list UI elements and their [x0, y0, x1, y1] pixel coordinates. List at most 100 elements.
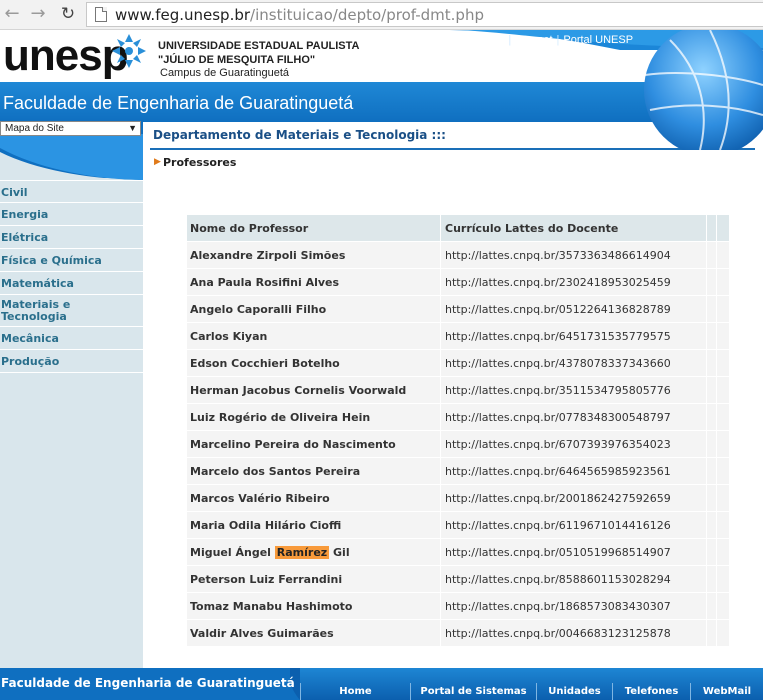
empty-cell — [707, 458, 717, 485]
column-header-lattes: Currículo Lattes do Docente — [441, 215, 707, 242]
top-link-home[interactable]: Home — [475, 34, 504, 46]
table-row: Ana Paula Rosifini Alves http://lattes.cn… — [187, 269, 729, 296]
sidebar-item-civil[interactable]: Civil — [0, 180, 143, 203]
top-link-intranet[interactable]: Intranet — [515, 34, 552, 46]
back-arrow-icon[interactable]: ← — [2, 4, 22, 24]
empty-cell — [707, 323, 717, 350]
lattes-link[interactable]: http://lattes.cnpq.br/6707393976354023 — [441, 431, 707, 458]
lattes-link[interactable]: http://lattes.cnpq.br/0046683123125878 — [441, 620, 707, 647]
professor-name: Herman Jacobus Cornelis Voorwald — [187, 377, 441, 404]
lattes-link[interactable]: http://lattes.cnpq.br/0510519968514907 — [441, 539, 707, 566]
empty-cell — [707, 242, 717, 269]
empty-cell — [717, 512, 729, 539]
empty-cell — [707, 593, 717, 620]
site-map-select-value: Mapa do Site — [5, 123, 64, 134]
footer-link-portal-sistemas[interactable]: Portal de Sistemas — [410, 683, 536, 700]
professor-name: Edson Cocchieri Botelho — [187, 350, 441, 377]
professors-table: Nome do Professor Currículo Lattes do Do… — [187, 215, 729, 647]
lattes-link[interactable]: http://lattes.cnpq.br/6119671014416126 — [441, 512, 707, 539]
sidebar-item-energia[interactable]: Energia — [0, 203, 143, 226]
name-part: Miguel Ángel — [190, 545, 275, 559]
table-row: Luiz Rogério de Oliveira Hein http://latt… — [187, 404, 729, 431]
top-links: Home | Intranet | Portal UNESP — [475, 34, 633, 46]
table-row: Herman Jacobus Cornelis Voorwald http://l… — [187, 377, 729, 404]
header-globe-graphic — [440, 30, 763, 150]
lattes-link[interactable]: http://lattes.cnpq.br/0512264136828789 — [441, 296, 707, 323]
professor-name: Marcelino Pereira do Nascimento — [187, 431, 441, 458]
reload-icon[interactable]: ↻ — [58, 4, 78, 24]
empty-cell — [707, 539, 717, 566]
table-row: Carlos Kiyan http://lattes.cnpq.br/645173… — [187, 323, 729, 350]
empty-cell — [717, 566, 729, 593]
empty-cell — [707, 404, 717, 431]
professor-name: Ana Paula Rosifini Alves — [187, 269, 441, 296]
professor-name: Carlos Kiyan — [187, 323, 441, 350]
lattes-link[interactable]: http://lattes.cnpq.br/2302418953025459 — [441, 269, 707, 296]
professor-name: Tomaz Manabu Hashimoto — [187, 593, 441, 620]
address-bar[interactable]: www.feg.unesp.br/instituicao/depto/prof-… — [86, 2, 763, 27]
professor-name: Valdir Alves Guimarães — [187, 620, 441, 647]
sidebar-item-eletrica[interactable]: Elétrica — [0, 226, 143, 249]
empty-cell — [717, 350, 729, 377]
professor-name: Peterson Luiz Ferrandini — [187, 566, 441, 593]
faculty-title: Faculdade de Engenharia de Guaratinguetá — [3, 93, 354, 113]
name-part: Gil — [329, 545, 350, 559]
section-bullet-icon: ▶ — [154, 157, 161, 167]
lattes-link[interactable]: http://lattes.cnpq.br/8588601153028294 — [441, 566, 707, 593]
site-map-select[interactable]: Mapa do Site ▼ — [0, 121, 141, 136]
lattes-link[interactable]: http://lattes.cnpq.br/3573363486614904 — [441, 242, 707, 269]
empty-cell — [707, 296, 717, 323]
lattes-link[interactable]: http://lattes.cnpq.br/3511534795805776 — [441, 377, 707, 404]
unesp-logo[interactable]: unesp — [3, 34, 129, 78]
empty-cell — [717, 431, 729, 458]
table-row: Valdir Alves Guimarães http://lattes.cnpq… — [187, 620, 729, 647]
table-row: Edson Cocchieri Botelho http://lattes.cnp… — [187, 350, 729, 377]
lattes-link[interactable]: http://lattes.cnpq.br/0778348300548797 — [441, 404, 707, 431]
sidebar-item-fisica-quimica[interactable]: Física e Química — [0, 249, 143, 272]
sidebar-item-label: Materiais e Tecnologia — [1, 298, 71, 323]
browser-toolbar: ← → ↻ www.feg.unesp.br/instituicao/depto… — [0, 0, 763, 30]
sidebar-item-matematica[interactable]: Matemática — [0, 272, 143, 295]
empty-cell — [717, 242, 729, 269]
lattes-link[interactable]: http://lattes.cnpq.br/6464565985923561 — [441, 458, 707, 485]
url-text: www.feg.unesp.br/instituicao/depto/prof-… — [115, 6, 484, 24]
sidebar-menu: Civil Energia Elétrica Física e Química … — [0, 180, 143, 373]
column-header-empty — [717, 215, 729, 242]
footer-link-home[interactable]: Home — [300, 683, 410, 700]
empty-cell — [717, 593, 729, 620]
table-row: Tomaz Manabu Hashimoto http://lattes.cnpq… — [187, 593, 729, 620]
professor-name: Marcelo dos Santos Pereira — [187, 458, 441, 485]
empty-cell — [707, 431, 717, 458]
footer-link-unidades[interactable]: Unidades — [536, 683, 612, 700]
empty-cell — [717, 404, 729, 431]
empty-cell — [707, 350, 717, 377]
unesp-logo-mark-icon — [112, 34, 146, 68]
dropdown-arrow-icon: ▼ — [128, 123, 137, 133]
lattes-link[interactable]: http://lattes.cnpq.br/4378078337343660 — [441, 350, 707, 377]
university-subname: "JÚLIO DE MESQUITA FILHO" — [158, 54, 316, 66]
sidebar-item-mecanica[interactable]: Mecânica — [0, 327, 143, 350]
empty-cell — [707, 566, 717, 593]
table-row: Marcos Valério Ribeiro http://lattes.cnpq… — [187, 485, 729, 512]
empty-cell — [717, 485, 729, 512]
lattes-link[interactable]: http://lattes.cnpq.br/6451731535779575 — [441, 323, 707, 350]
sidebar-item-producao[interactable]: Produção — [0, 350, 143, 373]
sidebar-curve-graphic — [0, 134, 143, 180]
lattes-link[interactable]: http://lattes.cnpq.br/2001862427592659 — [441, 485, 707, 512]
sidebar-item-materiais-tecnologia[interactable]: Materiais e Tecnologia — [0, 295, 143, 327]
professor-name: Marcos Valério Ribeiro — [187, 485, 441, 512]
footer-link-webmail[interactable]: WebMail — [690, 683, 763, 700]
forward-arrow-icon[interactable]: → — [28, 4, 48, 24]
lattes-link[interactable]: http://lattes.cnpq.br/1868573083430307 — [441, 593, 707, 620]
section-label: Professores — [163, 156, 237, 169]
table-row: Angelo Caporalli Filho http://lattes.cnpq… — [187, 296, 729, 323]
table-row: Maria Odila Hilário Cioffi http://lattes.… — [187, 512, 729, 539]
table-row: Peterson Luiz Ferrandini http://lattes.cn… — [187, 566, 729, 593]
table-row: Alexandre Zirpoli Simões http://lattes.cn… — [187, 242, 729, 269]
professor-name: Miguel Ángel Ramírez Gil — [187, 539, 441, 566]
empty-cell — [707, 620, 717, 647]
top-link-separator: | — [556, 34, 560, 46]
top-link-portal-unesp[interactable]: Portal UNESP — [563, 34, 633, 46]
footer-link-telefones[interactable]: Telefones — [612, 683, 690, 700]
professor-name: Alexandre Zirpoli Simões — [187, 242, 441, 269]
